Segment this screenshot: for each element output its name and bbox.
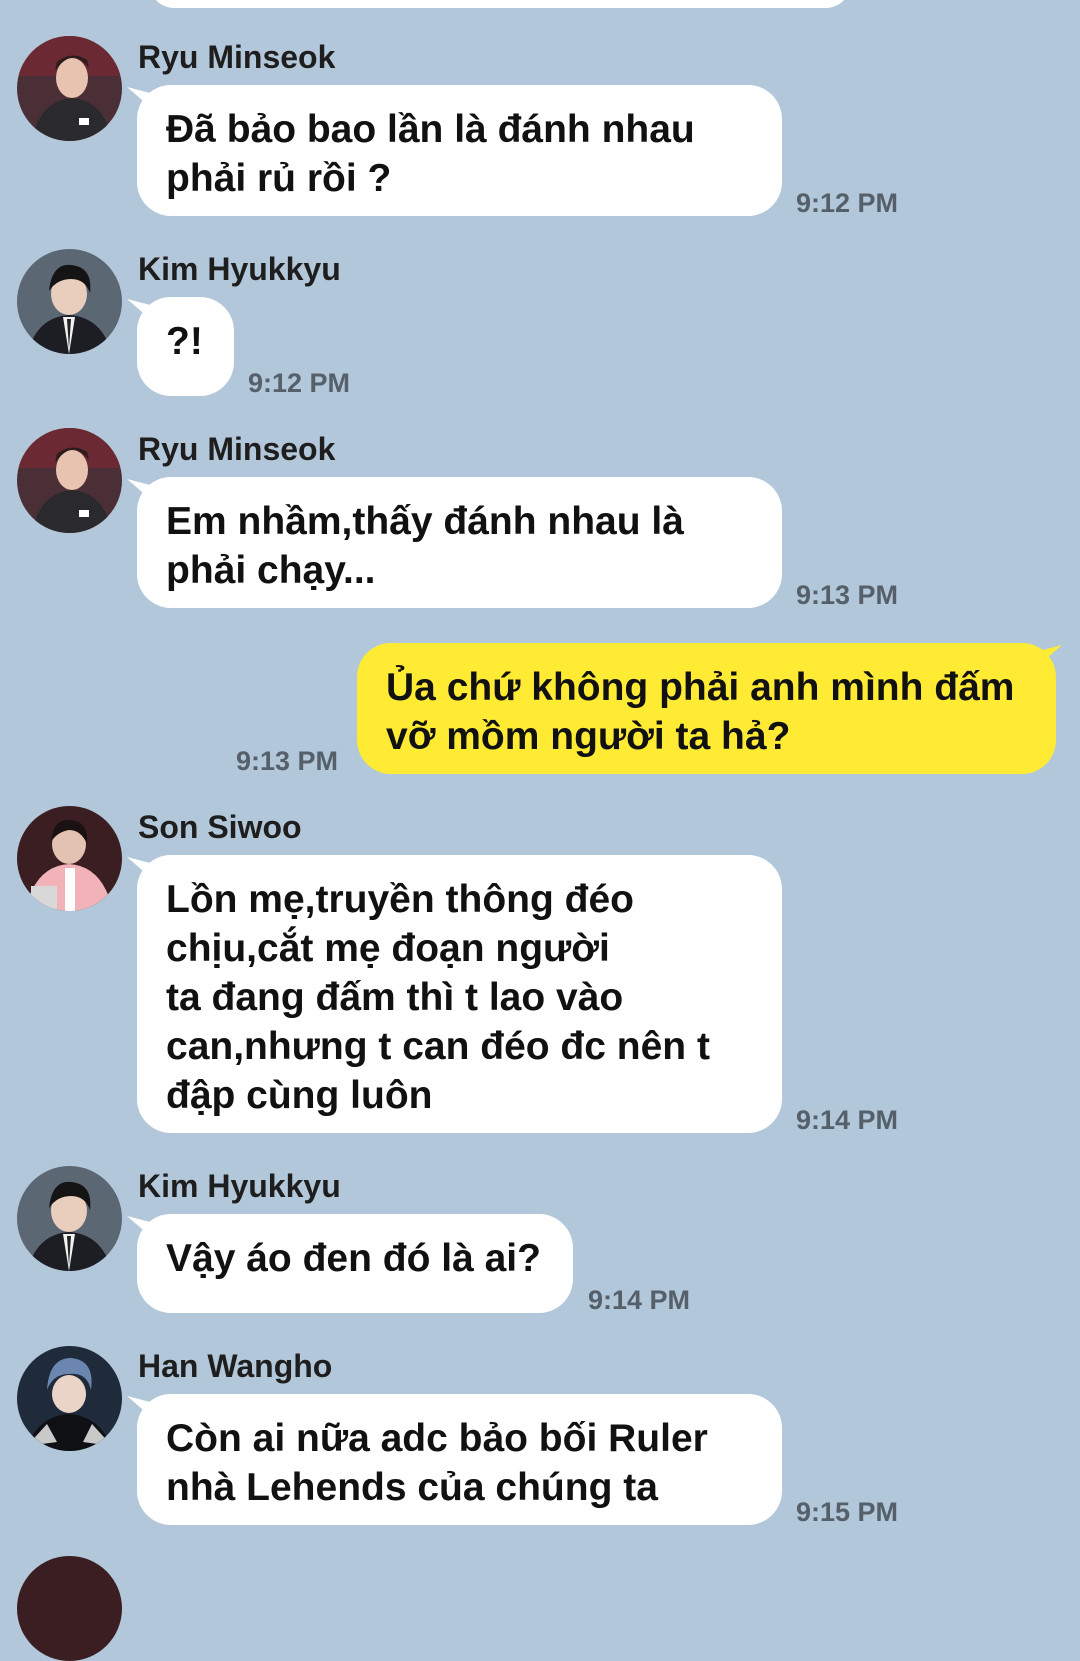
message-timestamp: 9:14 PM xyxy=(796,1105,899,1135)
message-timestamp: 9:15 PM xyxy=(796,1497,899,1527)
outgoing-message-bubble[interactable]: Ủa chứ không phải anh mình đấm vỡ mồm ng… xyxy=(357,643,1056,774)
avatar-ryu-minseok[interactable] xyxy=(17,36,122,141)
message-timestamp: 9:12 PM xyxy=(248,368,351,398)
person-avatar-icon xyxy=(17,806,122,911)
message-timestamp: 9:13 PM xyxy=(796,580,899,610)
person-avatar-icon xyxy=(17,428,122,533)
message-bubble[interactable]: Còn ai nữa adc bảo bối Ruler nhà Lehends… xyxy=(137,1394,782,1525)
avatar-kim-hyukkyu[interactable] xyxy=(17,1166,122,1271)
message-bubble[interactable]: Vậy áo đen đó là ai? xyxy=(137,1214,573,1313)
message-bubble[interactable]: Lồn mẹ,truyền thông đéo chịu,cắt mẹ đoạn… xyxy=(137,855,782,1133)
person-avatar-icon xyxy=(17,249,122,354)
avatar-partial[interactable] xyxy=(17,1556,122,1661)
person-avatar-icon xyxy=(17,1166,122,1271)
message-bubble[interactable]: Em nhầm,thấy đánh nhau là phải chạy... xyxy=(137,477,782,608)
message-bubble[interactable]: Đã bảo bao lần là đánh nhau phải rủ rồi … xyxy=(137,85,782,216)
message-timestamp: 9:14 PM xyxy=(588,1285,691,1315)
avatar-kim-hyukkyu[interactable] xyxy=(17,249,122,354)
sender-name: Kim Hyukkyu xyxy=(138,1168,341,1204)
avatar-han-wangho[interactable] xyxy=(17,1346,122,1451)
avatar-son-siwoo[interactable] xyxy=(17,806,122,911)
sender-name: Ryu Minseok xyxy=(138,39,336,75)
sender-name: Ryu Minseok xyxy=(138,431,336,467)
message-bubble-partial[interactable] xyxy=(150,0,850,8)
sender-name: Kim Hyukkyu xyxy=(138,251,341,287)
message-timestamp: 9:12 PM xyxy=(796,188,899,218)
avatar-ryu-minseok[interactable] xyxy=(17,428,122,533)
sender-name: Son Siwoo xyxy=(138,809,302,845)
sender-name: Han Wangho xyxy=(138,1348,333,1384)
person-avatar-icon xyxy=(17,36,122,141)
message-bubble[interactable]: ?! xyxy=(137,297,234,396)
message-timestamp: 9:13 PM xyxy=(236,746,339,776)
person-avatar-icon xyxy=(17,1346,122,1451)
